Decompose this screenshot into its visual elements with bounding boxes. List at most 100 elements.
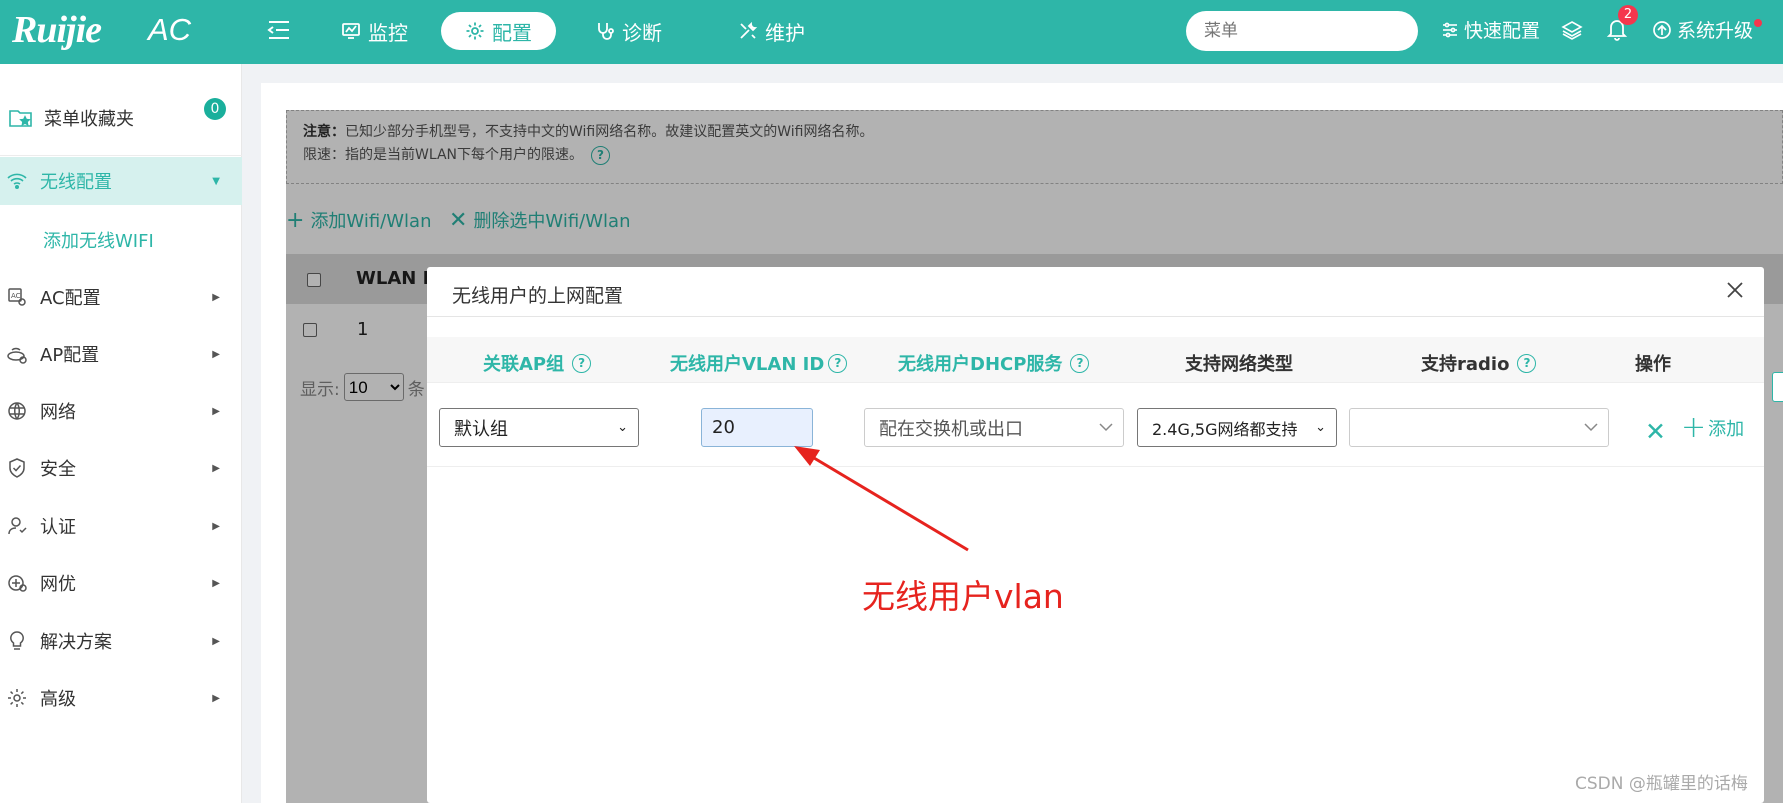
nav-config[interactable]: 配置: [441, 12, 556, 50]
col-label: 无线用户VLAN ID: [670, 354, 825, 375]
sidebar-item-wireless[interactable]: 无线配置 ▼: [0, 157, 242, 205]
nav-diagnose[interactable]: 诊断: [583, 12, 674, 50]
sidebar-item-label: 无线配置: [40, 172, 112, 193]
modal-title: 无线用户的上网配置: [452, 285, 624, 307]
nav-maintain[interactable]: 维护: [726, 12, 817, 50]
sidebar-item-label: 安全: [40, 459, 76, 480]
search-input[interactable]: [1204, 21, 1423, 41]
optimize-icon: [8, 575, 27, 592]
layers-icon[interactable]: [1561, 19, 1583, 41]
sidebar-item-ap[interactable]: AP配置 ▶: [0, 330, 242, 378]
col-label: 支持网络类型: [1185, 354, 1293, 375]
net-type-select[interactable]: 2.4G,5G网络都支持 ⌄: [1137, 408, 1337, 447]
top-bar: Ruijie AC 监控 配置 诊断 维护 快速配置 2 系统升级: [0, 0, 1783, 64]
upgrade-dot: [1754, 19, 1762, 27]
caret-right-icon: ▶: [212, 462, 220, 474]
quick-config-label: 快速配置: [1464, 20, 1541, 42]
sidebar-item-solutions[interactable]: 解决方案 ▶: [0, 617, 242, 665]
annotation-arrow: [794, 446, 969, 552]
sidebar-item-label: 网优: [40, 574, 76, 595]
sidebar-item-ac[interactable]: AC AC配置 ▶: [0, 273, 242, 321]
help-icon[interactable]: ?: [572, 353, 592, 373]
sidebar-item-auth[interactable]: 认证 ▶: [0, 502, 242, 550]
menu-favorites[interactable]: 菜单收藏夹: [0, 80, 242, 156]
upgrade-icon: [1653, 20, 1671, 39]
edge-button[interactable]: [1772, 372, 1783, 402]
help-icon[interactable]: ?: [1517, 353, 1537, 373]
dhcp-value: 配在交换机或出口: [879, 418, 1023, 440]
modal-table-header: [427, 337, 1764, 383]
radio-select[interactable]: [1349, 408, 1609, 447]
caret-right-icon: ▶: [212, 635, 220, 647]
chevron-down-icon: ⌄: [617, 420, 628, 435]
shield-icon: [9, 458, 25, 478]
help-icon[interactable]: ?: [828, 353, 848, 373]
sidebar-item-optimize[interactable]: 网优 ▶: [0, 559, 242, 607]
caret-right-icon: ▶: [212, 405, 220, 417]
system-upgrade-button[interactable]: 系统升级: [1652, 16, 1753, 43]
bulb-icon: [10, 631, 24, 650]
sliders-icon: [1443, 22, 1457, 37]
watermark: CSDN @瓶罐里的话梅: [1575, 774, 1748, 794]
sidebar-item-label: AC配置: [40, 288, 101, 309]
col-label: 操作: [1635, 354, 1671, 375]
menu-favorites-label: 菜单收藏夹: [44, 108, 134, 130]
sidebar-item-label: AP配置: [40, 345, 100, 366]
chevron-down-icon: ⌄: [1315, 420, 1326, 435]
col-label: 支持radio: [1421, 354, 1510, 375]
sidebar-item-label: 解决方案: [40, 632, 112, 653]
nav-monitor[interactable]: 监控: [329, 12, 420, 50]
user-icon: [8, 517, 27, 535]
ap-group-select[interactable]: 默认组 ⌄: [439, 408, 639, 447]
col-vlan-id: 无线用户VLAN ID?: [670, 350, 848, 376]
brand-suffix: AC: [148, 12, 192, 47]
quick-config-button[interactable]: 快速配置: [1441, 16, 1540, 43]
sidebar-item-advanced[interactable]: 高级 ▶: [0, 674, 242, 722]
sidebar-item-security[interactable]: 安全 ▶: [0, 444, 242, 492]
close-icon[interactable]: [1724, 279, 1746, 301]
caret-right-icon: ▶: [212, 692, 220, 704]
gear-icon: [466, 22, 484, 40]
brand-logo: Ruijie: [12, 9, 102, 51]
gear-icon: [8, 689, 26, 707]
nav-config-label: 配置: [492, 20, 532, 45]
ap-group-value: 默认组: [454, 418, 508, 440]
annotation-label: 无线用户vlan: [862, 577, 1064, 616]
nav-maintain-label: 维护: [765, 20, 805, 45]
menu-search[interactable]: [1186, 11, 1423, 51]
tools-icon: [740, 21, 758, 39]
wifi-icon: [7, 173, 27, 190]
sidebar-item-label: 网络: [40, 402, 76, 423]
sidebar-item-label: 高级: [40, 689, 76, 710]
sidebar-item-label: 认证: [40, 517, 76, 538]
nav-monitor-label: 监控: [368, 20, 408, 45]
system-upgrade-label: 系统升级: [1677, 20, 1754, 42]
stethoscope-icon: [598, 23, 614, 40]
col-operation: 操作: [1635, 350, 1671, 376]
remove-row-icon[interactable]: ✕: [1645, 417, 1666, 446]
collapse-menu-icon[interactable]: [266, 18, 292, 42]
col-label: 关联AP组: [483, 354, 565, 375]
caret-right-icon: ▶: [212, 291, 220, 303]
ac-icon: AC: [8, 288, 26, 306]
notification-badge: 2: [1618, 5, 1638, 25]
col-dhcp: 无线用户DHCP服务?: [898, 350, 1090, 376]
wireless-user-config-modal: 无线用户的上网配置 关联AP组? 无线用户VLAN ID? 无线用户DHCP服务…: [427, 267, 1764, 803]
col-ap-group: 关联AP组?: [483, 350, 592, 376]
modal-header: 无线用户的上网配置: [427, 267, 1764, 317]
submenu-add-wifi[interactable]: 添加无线WIFI: [43, 227, 154, 253]
help-icon[interactable]: ?: [1070, 353, 1090, 373]
svg-text:AC: AC: [11, 292, 21, 300]
chevron-down-icon: [1584, 423, 1598, 432]
nav-diagnose-label: 诊断: [622, 20, 662, 45]
add-row-button[interactable]: + 添加: [1681, 413, 1744, 443]
network-icon: [8, 402, 26, 420]
ap-icon: [7, 347, 27, 364]
col-net-type: 支持网络类型: [1185, 350, 1293, 376]
chevron-down-icon: [1099, 423, 1113, 432]
add-row-label: 添加: [1708, 419, 1745, 440]
row-divider: [427, 466, 1764, 467]
favorites-folder-icon: [9, 109, 32, 127]
col-label: 无线用户DHCP服务: [898, 354, 1063, 375]
sidebar-item-network[interactable]: 网络 ▶: [0, 387, 242, 435]
